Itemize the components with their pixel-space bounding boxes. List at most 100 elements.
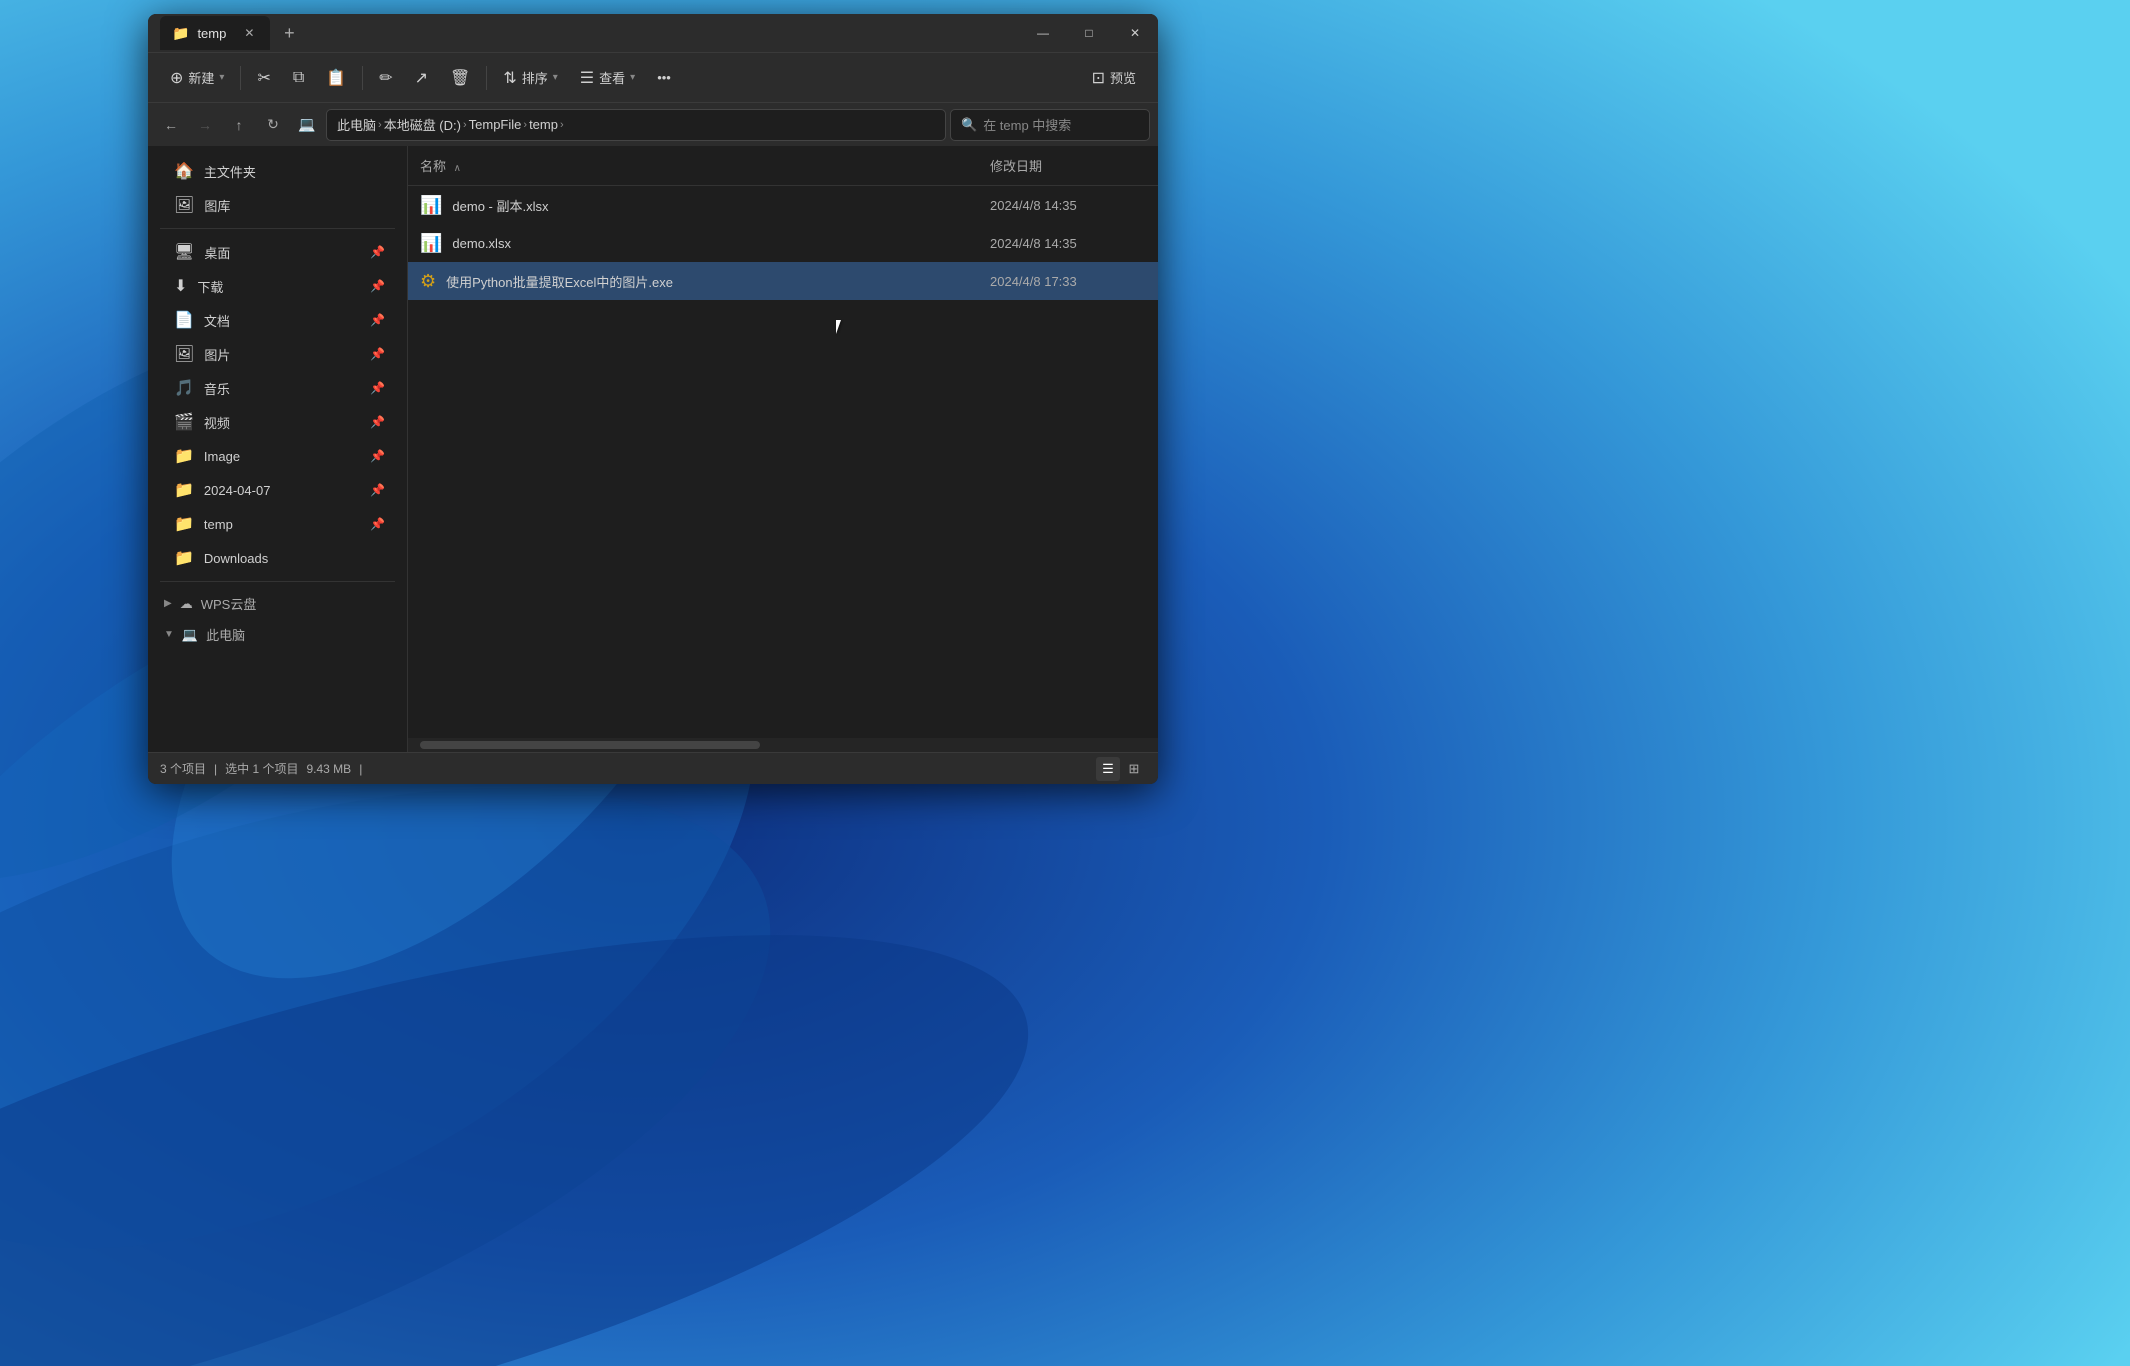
column-header-name[interactable]: 名称 ∧ (408, 150, 978, 181)
file-row-2[interactable]: 📊 demo.xlsx 2024/4/8 14:35 (408, 224, 1158, 262)
file-name-1: 📊 demo - 副本.xlsx (408, 195, 978, 216)
sidebar-item-image-folder[interactable]: 📁 Image 📌 (154, 440, 401, 472)
title-bar: 📁 temp ✕ + — □ ✕ (148, 14, 1158, 52)
sidebar-item-downloads-folder[interactable]: 📁 Downloads (154, 542, 401, 574)
home-icon: 🏠 (174, 161, 194, 181)
active-tab[interactable]: 📁 temp ✕ (160, 16, 270, 50)
sidebar-item-desktop[interactable]: 🖥 桌面 📌 (154, 236, 401, 268)
pin-icon-3: 📌 (370, 313, 385, 327)
sidebar-gallery-label: 图库 (204, 196, 230, 215)
downloads-icon: ⬇ (174, 276, 187, 296)
pc-chevron: ▼ (164, 629, 174, 640)
delete-button[interactable]: 🗑 (440, 60, 480, 96)
tab-folder-icon: 📁 (172, 25, 189, 42)
address-path[interactable]: 此电脑 › 本地磁盘 (D:) › TempFile › temp › (326, 109, 946, 141)
back-button[interactable]: ← (156, 110, 186, 140)
pin-icon-2: 📌 (370, 279, 385, 293)
sidebar-image-label: Image (204, 449, 240, 464)
this-pc-icon: 💻 (182, 627, 198, 643)
sidebar-item-videos[interactable]: 🎬 视频 📌 (154, 406, 401, 438)
path-segment-pc: 此电脑 (337, 115, 376, 134)
sidebar-item-temp-folder[interactable]: 📁 temp 📌 (154, 508, 401, 540)
sort-button[interactable]: ⇅ 排序 ▾ (493, 60, 567, 96)
view-label: 查看 (599, 68, 625, 87)
sidebar-item-2024folder[interactable]: 📁 2024-04-07 📌 (154, 474, 401, 506)
delete-icon: 🗑 (450, 68, 470, 88)
more-icon: ••• (657, 70, 671, 85)
search-icon: 🔍 (961, 117, 977, 133)
cut-icon: ✂ (257, 68, 270, 88)
pin-icon-5: 📌 (370, 381, 385, 395)
pin-icon-9: 📌 (370, 517, 385, 531)
explorer-window: 📁 temp ✕ + — □ ✕ ⊕ 新建 ▾ ✂ ⧉ 📋 (148, 14, 1158, 784)
folder-icon-3: 📁 (174, 514, 194, 534)
copy-button[interactable]: ⧉ (283, 60, 314, 96)
sidebar-item-documents[interactable]: 📄 文档 📌 (154, 304, 401, 336)
folder-icon-2: 📁 (174, 480, 194, 500)
horizontal-scrollbar[interactable] (408, 738, 1158, 752)
this-pc-section[interactable]: ▼ 💻 此电脑 (148, 619, 407, 650)
sidebar-downloads-folder-label: Downloads (204, 551, 268, 566)
wps-chevron: ▶ (164, 598, 172, 609)
wps-icon: ☁ (180, 596, 193, 612)
file-list-header: 名称 ∧ 修改日期 (408, 146, 1158, 186)
view-icon: ☰ (580, 68, 594, 88)
wps-cloud-section[interactable]: ▶ ☁ WPS云盘 (148, 588, 407, 619)
file-row-1[interactable]: 📊 demo - 副本.xlsx 2024/4/8 14:35 (408, 186, 1158, 224)
forward-button[interactable]: → (190, 110, 220, 140)
cut-button[interactable]: ✂ (247, 60, 280, 96)
maximize-button[interactable]: □ (1066, 14, 1112, 52)
sidebar: 🏠 主文件夹 🖼 图库 🖥 桌面 📌 ⬇ 下载 📌 📄 文档 📌 (148, 146, 408, 752)
preview-button[interactable]: ⊡ 预览 (1082, 60, 1146, 96)
sidebar-documents-label: 文档 (204, 311, 230, 330)
sidebar-2024-label: 2024-04-07 (204, 483, 271, 498)
view-toggle-buttons: ☰ ⊞ (1096, 757, 1146, 781)
grid-view-button[interactable]: ⊞ (1122, 757, 1146, 781)
tab-title: temp (197, 26, 226, 41)
file-name-3: ⚙ 使用Python批量提取Excel中的图片.exe (408, 271, 978, 292)
more-button[interactable]: ••• (647, 60, 681, 96)
file-row-3[interactable]: ⚙ 使用Python批量提取Excel中的图片.exe 2024/4/8 17:… (408, 262, 1158, 300)
copy-icon: ⧉ (293, 69, 304, 87)
up-button[interactable]: ↑ (224, 110, 254, 140)
videos-icon: 🎬 (174, 412, 194, 432)
tab-close-button[interactable]: ✕ (240, 24, 258, 42)
rename-button[interactable]: ✏ (369, 60, 402, 96)
sidebar-item-downloads[interactable]: ⬇ 下载 📌 (154, 270, 401, 302)
sort-icon: ⇅ (503, 68, 516, 88)
sidebar-item-music[interactable]: 🎵 音乐 📌 (154, 372, 401, 404)
this-pc-label: 此电脑 (206, 625, 245, 644)
close-button[interactable]: ✕ (1112, 14, 1158, 52)
location-icon-btn[interactable]: 💻 (292, 110, 322, 140)
file-date-2: 2024/4/8 14:35 (978, 236, 1158, 251)
new-label: 新建 (188, 68, 214, 87)
sidebar-item-pictures[interactable]: 🖼 图片 📌 (154, 338, 401, 370)
sidebar-temp-label: temp (204, 517, 233, 532)
view-chevron: ▾ (630, 72, 635, 83)
share-icon: ↗ (415, 68, 428, 88)
sort-chevron: ▾ (553, 72, 558, 83)
share-button[interactable]: ↗ (405, 60, 438, 96)
path-segment-disk: 本地磁盘 (D:) (384, 115, 461, 134)
sidebar-music-label: 音乐 (204, 379, 230, 398)
search-box[interactable]: 🔍 在 temp 中搜索 (950, 109, 1150, 141)
new-icon: ⊕ (170, 68, 183, 88)
new-tab-button[interactable]: + (274, 18, 304, 48)
scrollbar-thumb[interactable] (420, 741, 760, 749)
view-button[interactable]: ☰ 查看 ▾ (570, 60, 645, 96)
sidebar-divider-1 (160, 228, 395, 229)
toolbar: ⊕ 新建 ▾ ✂ ⧉ 📋 ✏ ↗ 🗑 ⇅ 排序 ▾ ☰ (148, 52, 1158, 102)
sidebar-item-gallery[interactable]: 🖼 图库 (154, 189, 401, 221)
content-area: 🏠 主文件夹 🖼 图库 🖥 桌面 📌 ⬇ 下载 📌 📄 文档 📌 (148, 146, 1158, 752)
toolbar-divider-1 (240, 66, 241, 90)
paste-button[interactable]: 📋 (316, 60, 356, 96)
list-view-button[interactable]: ☰ (1096, 757, 1120, 781)
sidebar-item-home[interactable]: 🏠 主文件夹 (154, 155, 401, 187)
pictures-icon: 🖼 (174, 344, 194, 364)
path-segment-temp: temp (529, 117, 558, 132)
refresh-button[interactable]: ↻ (258, 110, 288, 140)
status-bar: 3 个项目 | 选中 1 个项目 9.43 MB | ☰ ⊞ (148, 752, 1158, 784)
minimize-button[interactable]: — (1020, 14, 1066, 52)
new-button[interactable]: ⊕ 新建 ▾ (160, 60, 234, 96)
column-header-date[interactable]: 修改日期 (978, 150, 1158, 181)
